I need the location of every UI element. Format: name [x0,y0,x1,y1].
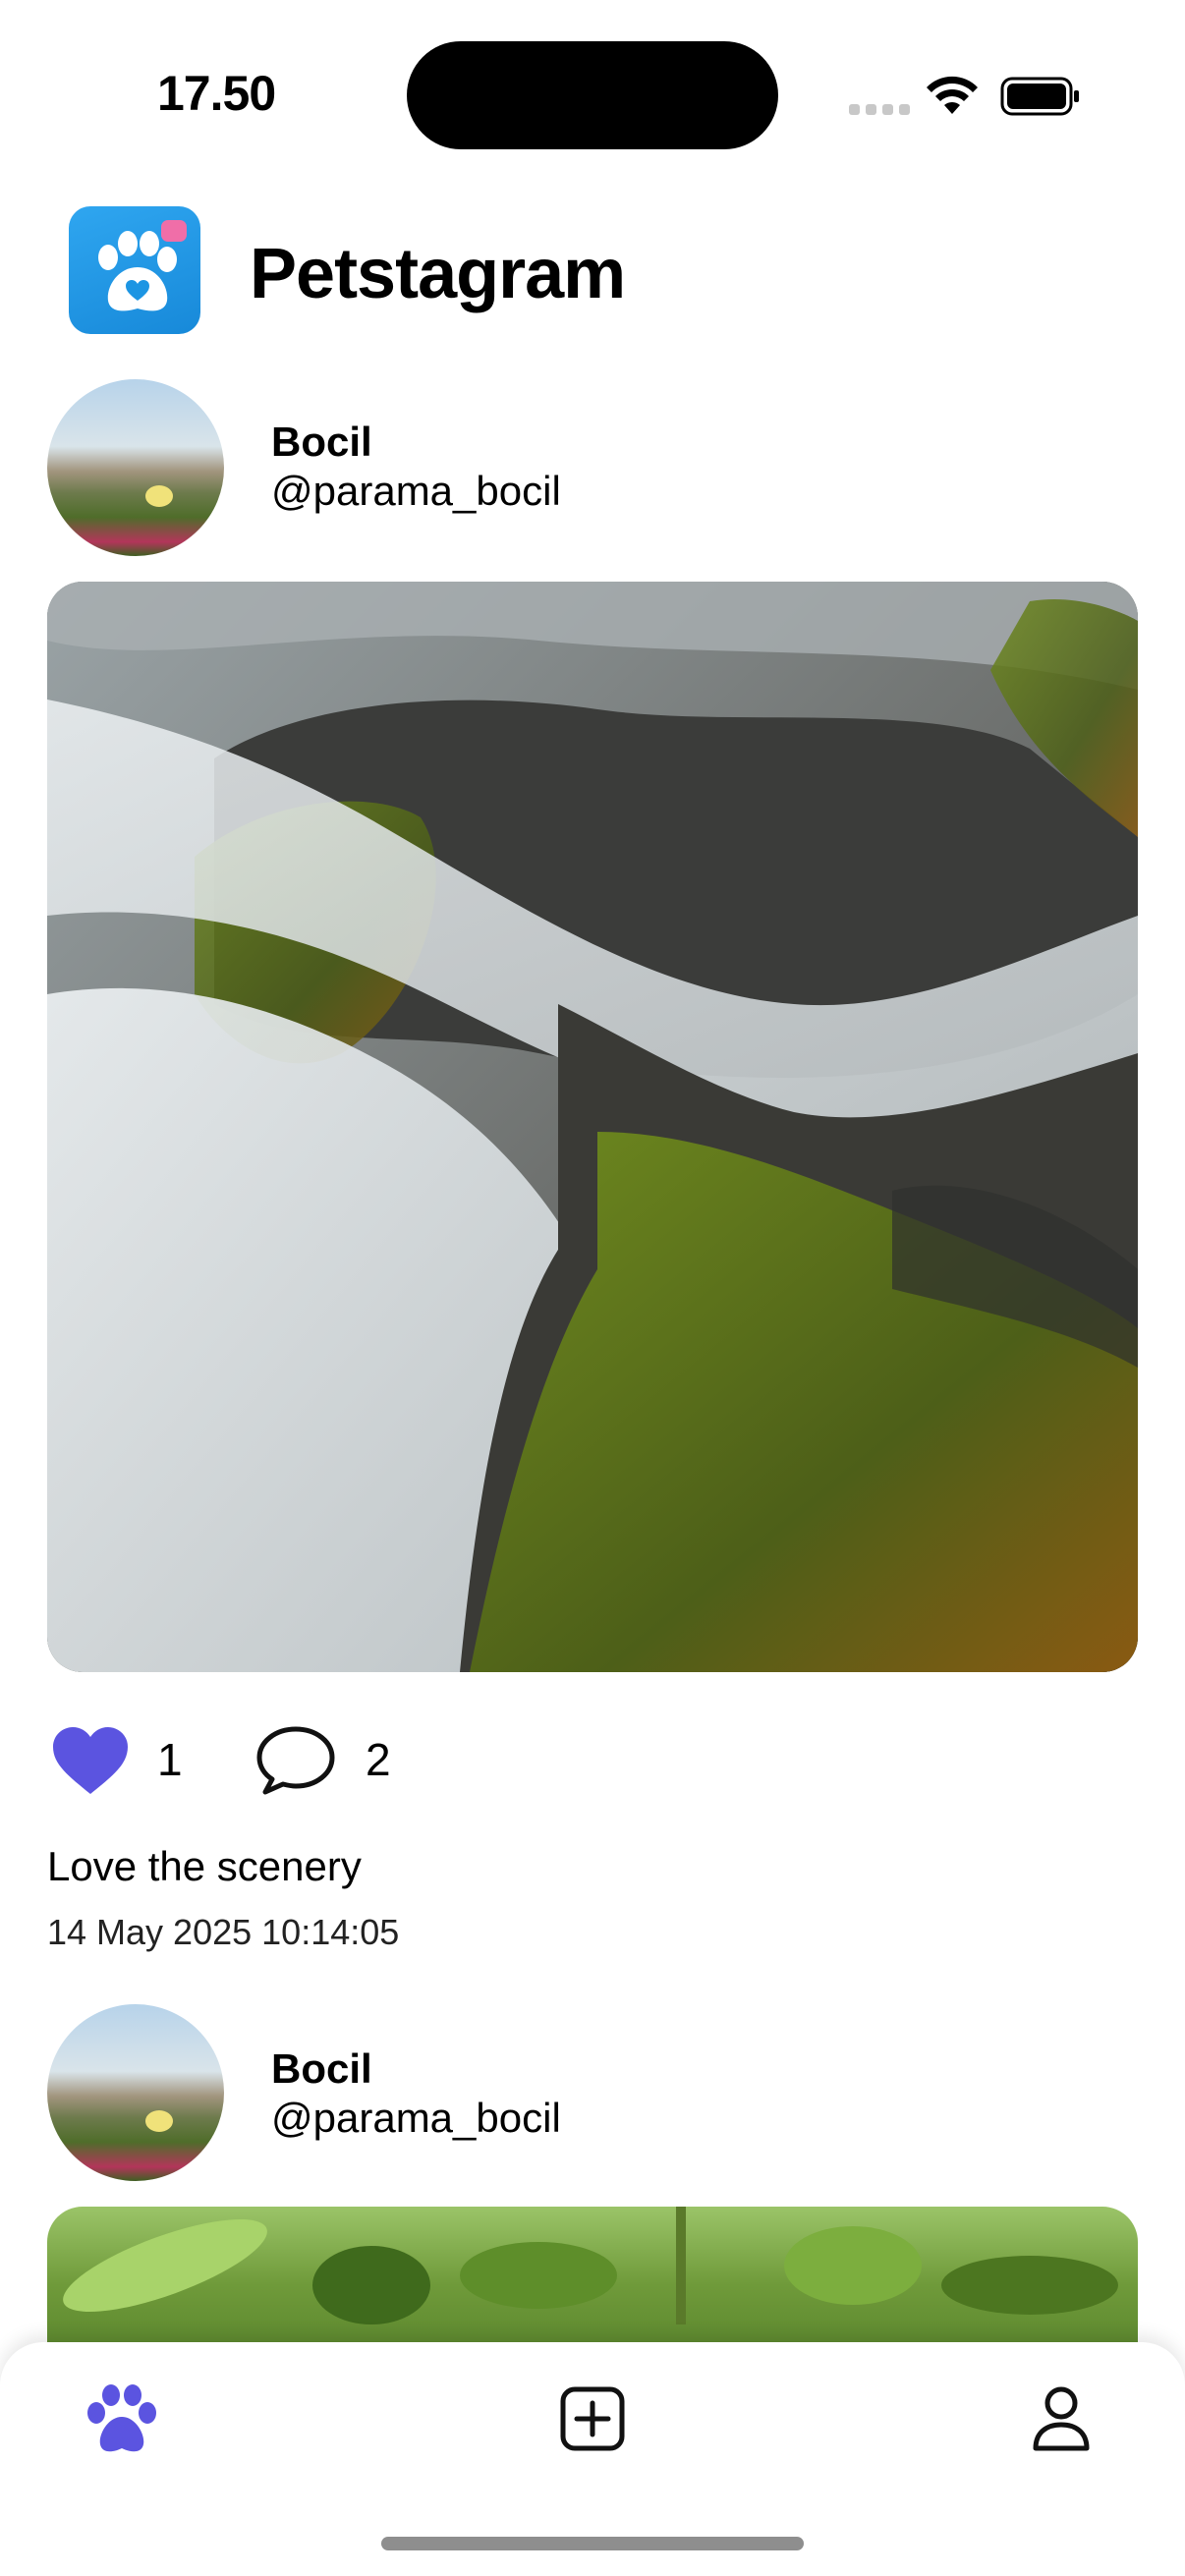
dynamic-island [407,41,778,149]
post-user-handle[interactable]: @parama_bocil [271,2095,561,2142]
avatar[interactable] [47,2004,224,2181]
post-caption: Love the scenery [47,1843,362,1889]
add-post-icon [560,2386,625,2451]
battery-icon [1000,77,1079,116]
avatar[interactable] [47,379,224,556]
comment-icon[interactable] [254,1723,338,1798]
like-count: 1 [157,1734,183,1785]
paw-icon [87,2384,156,2452]
post-image[interactable] [47,582,1138,1672]
app-logo [69,206,200,334]
cellular-signal-icon [849,104,910,115]
post-timestamp: 14 May 2025 10:14:05 [47,1912,400,1952]
tab-add-post[interactable] [553,2380,632,2458]
paw-heart-icon [98,220,187,311]
post-user-handle[interactable]: @parama_bocil [271,468,561,515]
heart-icon[interactable] [51,1725,130,1796]
wifi-icon [927,76,978,114]
status-time: 17.50 [157,66,276,121]
tab-profile[interactable] [1022,2380,1100,2458]
comment-count: 2 [366,1734,391,1785]
home-indicator [381,2537,804,2550]
app-title: Petstagram [250,235,626,313]
post-user-name[interactable]: Bocil [271,419,372,466]
waterfall-photo [47,582,1138,1672]
profile-icon [1033,2386,1090,2451]
tab-feed[interactable] [83,2380,161,2458]
post-user-name[interactable]: Bocil [271,2045,372,2093]
